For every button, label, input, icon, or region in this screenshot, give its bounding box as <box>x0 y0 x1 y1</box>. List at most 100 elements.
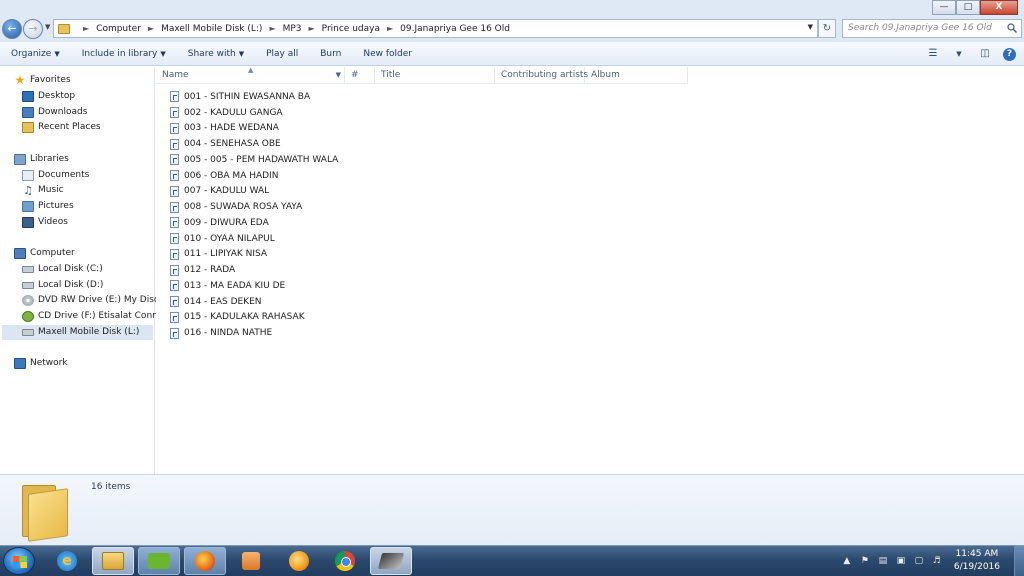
help-icon[interactable]: ? <box>1003 47 1016 61</box>
file-name: 012 - RADA <box>184 265 236 276</box>
network-icon[interactable]: ▣ <box>895 555 907 567</box>
new-folder-button[interactable]: New folder <box>352 42 423 66</box>
list-item[interactable]: 010 - OYAA NILAPUL <box>170 231 338 247</box>
nav-label: Favorites <box>30 75 71 85</box>
share-with-label: Share with <box>187 48 236 59</box>
list-item[interactable]: 015 - KADULAKA RAHASAK <box>170 310 338 326</box>
nav-favorites[interactable]: ★ Favorites <box>14 73 71 88</box>
maximize-button[interactable]: □ <box>956 0 980 15</box>
downloads-icon <box>22 107 34 118</box>
breadcrumb-computer[interactable]: Computer <box>96 24 141 34</box>
pictures-icon <box>22 201 34 212</box>
list-item[interactable]: 016 - NINDA NATHE <box>170 325 338 341</box>
play-all-button[interactable]: Play all <box>255 42 309 66</box>
breadcrumb-separator-icon[interactable]: ► <box>309 24 315 33</box>
device-icon[interactable]: ▤ <box>877 555 889 567</box>
start-button[interactable] <box>3 547 35 575</box>
list-item[interactable]: 006 - OBA MA HADIN <box>170 168 338 184</box>
nav-music[interactable]: ♫ Music <box>22 183 64 198</box>
taskbar-windows-explorer[interactable] <box>92 547 134 575</box>
breadcrumb-prince-udaya[interactable]: Prince udaya <box>322 24 380 34</box>
clock[interactable]: 11:45 AM 6/19/2016 <box>954 548 1000 574</box>
nav-maxell-mobile-disk[interactable]: Maxell Mobile Disk (L:) <box>2 325 153 340</box>
breadcrumb-maxell-disk[interactable]: Maxell Mobile Disk (L:) <box>161 24 262 34</box>
navigation-pane: ★ Favorites Desktop Downloads Recent Plac… <box>0 67 172 474</box>
monitor-icon[interactable]: ▢ <box>913 555 925 567</box>
action-center-icon[interactable]: ⚑ <box>859 555 871 567</box>
nav-label: Recent Places <box>38 122 101 132</box>
nav-libraries[interactable]: Libraries <box>14 152 69 167</box>
taskbar-winamp[interactable] <box>370 547 412 575</box>
breadcrumb-current-folder[interactable]: 09.Janapriya Gee 16 Old <box>400 24 510 34</box>
nav-recent-places[interactable]: Recent Places <box>22 120 101 135</box>
nav-network[interactable]: Network <box>14 356 68 371</box>
include-in-library-menu[interactable]: Include in library ▼ <box>71 42 177 66</box>
nav-downloads[interactable]: Downloads <box>22 105 87 120</box>
nav-computer[interactable]: Computer <box>14 246 75 261</box>
address-bar[interactable]: ► Computer ► Maxell Mobile Disk (L:) ► M… <box>53 19 818 38</box>
close-button[interactable]: X <box>980 0 1018 15</box>
volume-icon[interactable]: ♬ <box>931 555 943 567</box>
nav-dvd-drive-e[interactable]: DVD RW Drive (E:) My Disc <box>22 293 159 308</box>
breadcrumb-mp3[interactable]: MP3 <box>283 24 302 34</box>
audio-file-icon <box>170 201 179 213</box>
column-header-name[interactable]: ▲ Name ▼ <box>156 66 345 84</box>
file-name: 009 - DIWURA EDA <box>184 217 269 228</box>
recent-pages-dropdown[interactable]: ▼ <box>45 23 50 31</box>
nav-cd-drive-f[interactable]: CD Drive (F:) Etisalat Connect <box>22 309 172 324</box>
list-item[interactable]: 003 - HADE WEDANA <box>170 121 338 137</box>
breadcrumb-separator-icon[interactable]: ► <box>387 24 393 33</box>
taskbar-media-player[interactable] <box>230 547 272 575</box>
column-header-number[interactable]: # <box>345 67 375 84</box>
list-item[interactable]: 013 - MA EADA KIU DE <box>170 278 338 294</box>
show-desktop-button[interactable] <box>1014 546 1024 576</box>
breadcrumb-separator-icon[interactable]: ► <box>269 24 275 33</box>
share-with-menu[interactable]: Share with ▼ <box>177 42 255 66</box>
list-item[interactable]: 008 - SUWADA ROSA YAYA <box>170 199 338 215</box>
list-item[interactable]: 001 - SITHIN EWASANNA BA <box>170 89 338 105</box>
search-input[interactable]: Search 09.Janapriya Gee 16 Old <box>842 19 1022 38</box>
preview-pane-icon[interactable]: ◫ <box>977 46 993 62</box>
audio-file-icon <box>170 185 179 197</box>
nav-desktop[interactable]: Desktop <box>22 89 75 104</box>
chevron-down-icon[interactable]: ▼ <box>336 67 341 84</box>
file-name: 007 - KADULU WAL <box>184 186 270 197</box>
list-item[interactable]: 009 - DIWURA EDA <box>170 215 338 231</box>
taskbar-vlc[interactable] <box>278 547 320 575</box>
organize-menu[interactable]: Organize ▼ <box>0 42 71 66</box>
list-item[interactable]: 004 - SENEHASA OBE <box>170 136 338 152</box>
refresh-button[interactable]: ↻ <box>818 19 836 38</box>
nav-documents[interactable]: Documents <box>22 168 89 183</box>
nav-local-disk-c[interactable]: Local Disk (C:) <box>22 262 103 277</box>
nav-local-disk-d[interactable]: Local Disk (D:) <box>22 278 103 293</box>
nav-label: Local Disk (C:) <box>38 264 103 274</box>
view-dropdown-icon[interactable]: ▼ <box>951 46 967 62</box>
list-item[interactable]: 012 - RADA <box>170 262 338 278</box>
music-icon: ♫ <box>23 184 33 197</box>
taskbar-internet-explorer[interactable]: e <box>46 547 88 575</box>
taskbar-chrome[interactable] <box>324 547 366 575</box>
column-header-album[interactable]: Album <box>585 67 688 84</box>
column-header-title[interactable]: Title <box>375 67 495 84</box>
burn-button[interactable]: Burn <box>309 42 352 66</box>
address-dropdown-icon[interactable]: ▼ <box>808 23 813 31</box>
list-item[interactable]: 002 - KADULU GANGA <box>170 105 338 121</box>
taskbar-etisalat-connect[interactable] <box>138 547 180 575</box>
list-item[interactable]: 007 - KADULU WAL <box>170 184 338 200</box>
column-header-contributing-artists[interactable]: Contributing artists <box>495 67 588 84</box>
nav-videos[interactable]: Videos <box>22 215 68 230</box>
search-icon[interactable] <box>1007 23 1017 33</box>
back-button[interactable]: ← <box>2 19 22 39</box>
taskbar-firefox[interactable] <box>184 547 226 575</box>
list-item[interactable]: 005 - 005 - PEM HADAWATH WALA <box>170 152 338 168</box>
breadcrumb-separator-icon[interactable]: ► <box>148 24 154 33</box>
show-hidden-icons-icon[interactable]: ▲ <box>841 555 853 567</box>
list-item[interactable]: 011 - LIPIYAK NISA <box>170 247 338 263</box>
nav-pictures[interactable]: Pictures <box>22 199 74 214</box>
change-view-icon[interactable]: ☰ <box>925 46 941 62</box>
list-item[interactable]: 014 - EAS DEKEN <box>170 294 338 310</box>
minimize-button[interactable]: — <box>932 0 956 15</box>
recent-places-icon <box>22 122 34 133</box>
breadcrumb-separator-icon[interactable]: ► <box>83 24 89 33</box>
forward-button[interactable]: → <box>23 19 43 39</box>
